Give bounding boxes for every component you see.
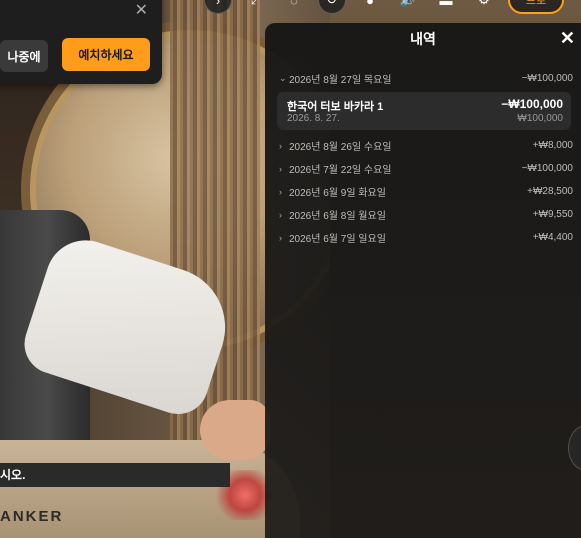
chips-icon[interactable]: ◌	[280, 0, 308, 14]
history-icon[interactable]: ↺	[318, 0, 346, 14]
chevron-right-icon: ›	[279, 140, 282, 151]
chevron-right-icon: ›	[279, 209, 282, 220]
table-banker-text: ANKER	[0, 508, 64, 525]
fullscreen-icon[interactable]: ⤢	[242, 0, 270, 14]
promo-label: 프로	[525, 0, 547, 7]
history-day-list: ⌄ 2026년 8월 27일 목요일 −₩100,000 한국어 터보 바카라 …	[265, 67, 581, 249]
info-icon[interactable]: ●	[356, 0, 384, 14]
day-amount: +₩9,550	[532, 209, 573, 220]
day-amount: −₩100,000	[521, 73, 573, 84]
settings-icon[interactable]: ⚙	[470, 0, 498, 14]
day-amount: +₩4,400	[532, 232, 573, 243]
forward-icon[interactable]: ›	[204, 0, 232, 14]
close-icon[interactable]: ✕	[560, 29, 575, 47]
day-amount: +₩28,500	[527, 186, 573, 197]
transaction-date: 2026. 8. 27.	[287, 113, 340, 124]
top-toolbar: › ⤢ ◌ ↺ ● 🔊 ▬ ⚙ 프로	[204, 0, 564, 14]
day-date: 2026년 7월 22일 수요일	[289, 165, 392, 176]
day-date: 2026년 6월 8일 월요일	[289, 211, 386, 222]
transaction-bet: ₩100,000	[517, 113, 563, 124]
sound-icon[interactable]: 🔊	[394, 0, 422, 14]
transaction-row[interactable]: 한국어 터보 바카라 1 2026. 8. 27. −₩100,000 ₩100…	[277, 92, 571, 130]
later-button[interactable]: 나중에	[0, 40, 48, 72]
video-subtitle: 시오.	[0, 463, 230, 487]
history-day-row[interactable]: › 2026년 6월 9일 화요일 +₩28,500	[265, 180, 581, 203]
promo-button[interactable]: 프로	[508, 0, 564, 14]
transaction-game: 한국어 터보 바카라 1	[287, 101, 384, 113]
history-day-row[interactable]: › 2026년 6월 8일 월요일 +₩9,550	[265, 203, 581, 226]
chat-icon[interactable]: ▬	[432, 0, 460, 14]
transaction-amount: −₩100,000	[501, 97, 563, 111]
history-day-row[interactable]: › 2026년 8월 26일 수요일 +₩8,000	[265, 134, 581, 157]
chevron-right-icon: ›	[279, 232, 282, 243]
day-date: 2026년 8월 26일 수요일	[289, 142, 392, 153]
chevron-down-icon: ⌄	[279, 73, 287, 83]
chevron-right-icon: ›	[279, 163, 282, 174]
history-day-row[interactable]: ⌄ 2026년 8월 27일 목요일 −₩100,000	[265, 67, 581, 90]
history-panel: 내역 ✕ ⌄ 2026년 8월 27일 목요일 −₩100,000 한국어 터보…	[265, 23, 581, 538]
day-date: 2026년 8월 27일 목요일	[289, 75, 392, 86]
history-header: 내역 ✕	[265, 23, 581, 55]
history-title: 내역	[410, 31, 436, 47]
deposit-button[interactable]: 예치하세요	[62, 38, 150, 71]
day-date: 2026년 6월 9일 화요일	[289, 188, 386, 199]
day-amount: −₩100,000	[521, 163, 573, 174]
deposit-prompt: ✕ 나중에 예치하세요	[0, 0, 162, 84]
history-day-row[interactable]: › 2026년 6월 7일 일요일 +₩4,400	[265, 226, 581, 249]
chevron-right-icon: ›	[279, 186, 282, 197]
dealer-hand	[200, 400, 270, 460]
history-day-row[interactable]: › 2026년 7월 22일 수요일 −₩100,000	[265, 157, 581, 180]
day-amount: +₩8,000	[532, 140, 573, 151]
close-icon[interactable]: ✕	[135, 0, 148, 20]
day-date: 2026년 6월 7일 일요일	[289, 234, 386, 245]
